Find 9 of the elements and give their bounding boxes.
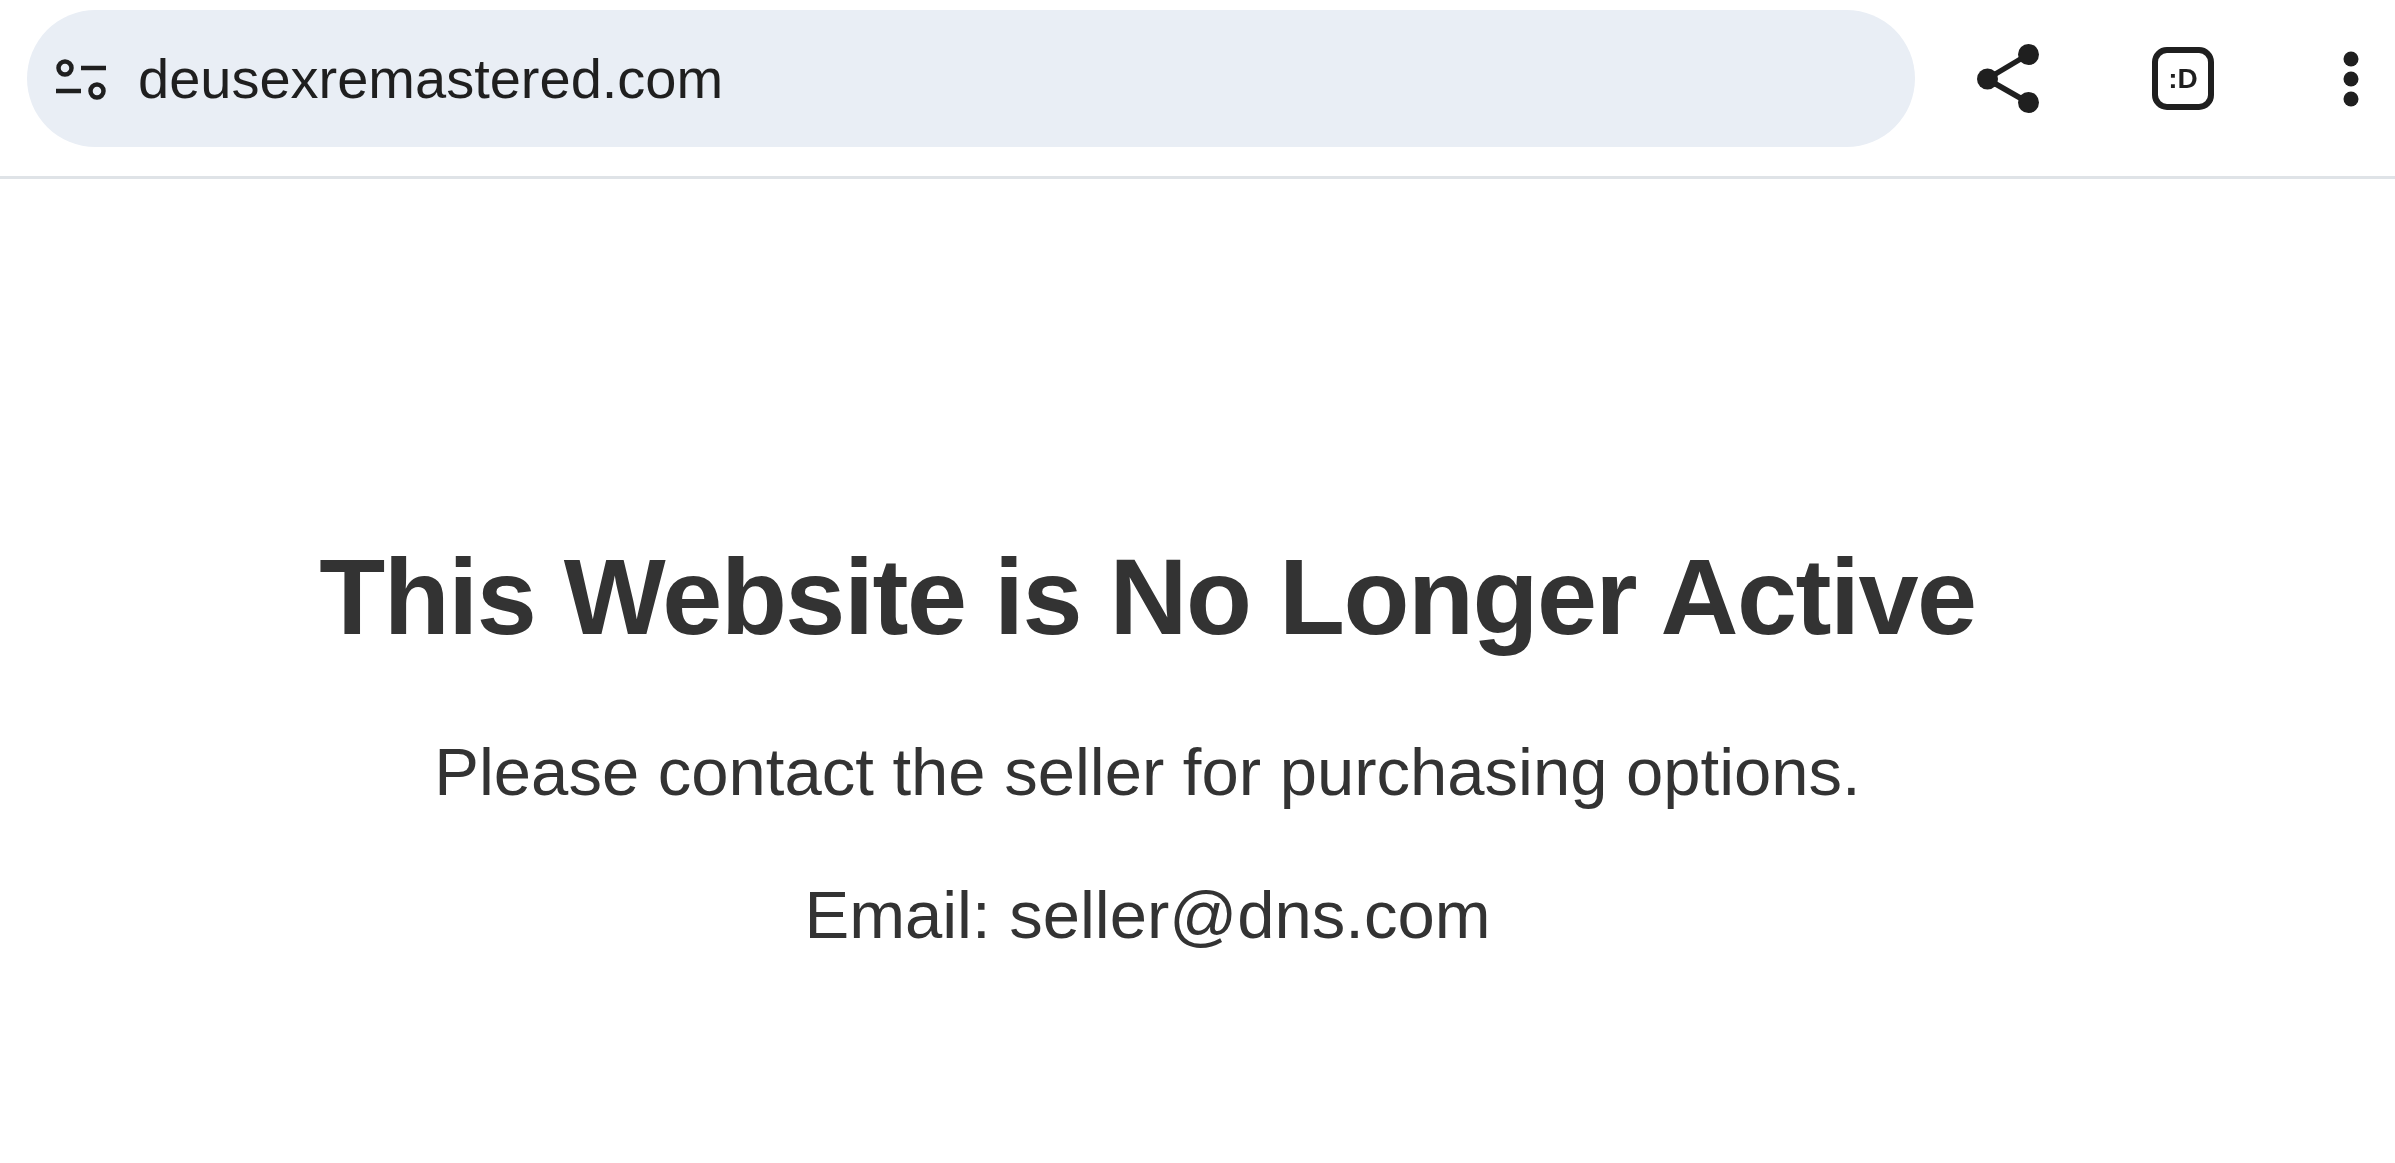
emoticon-button[interactable]: :D	[2152, 47, 2214, 110]
page-heading: This Website is No Longer Active	[319, 535, 1976, 659]
menu-icon[interactable]	[2343, 50, 2359, 107]
message-text: Please contact the seller for purchasing options.	[434, 732, 1861, 811]
email-text: Email: seller@dns.com	[804, 876, 1491, 954]
address-bar[interactable]: deusexremastered.com	[27, 10, 1915, 147]
share-icon[interactable]	[1977, 44, 2039, 113]
site-settings-icon[interactable]	[56, 58, 106, 101]
url-text: deusexremastered.com	[138, 46, 724, 111]
